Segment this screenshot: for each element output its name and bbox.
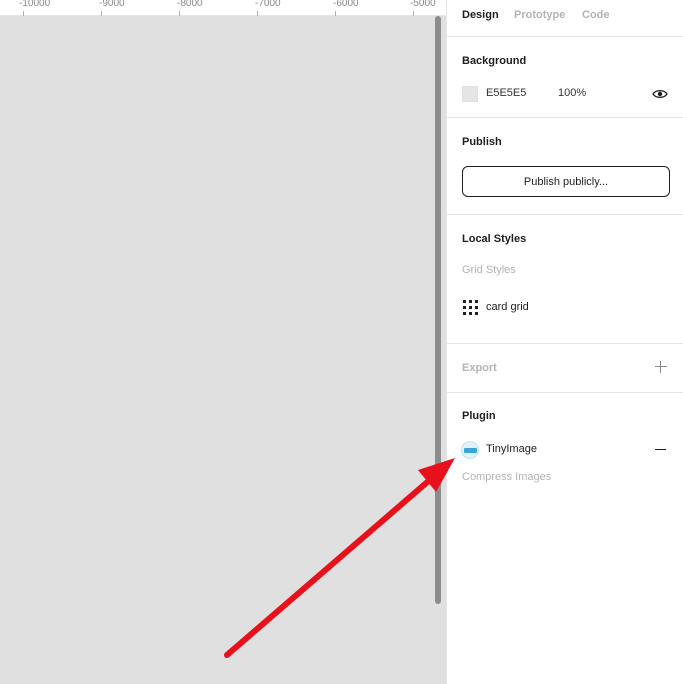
ruler-label: -7000: [255, 0, 281, 9]
local-styles-title: Local Styles: [462, 233, 527, 245]
canvas[interactable]: -10000 -9000 -8000 -7000 -6000 -5000: [0, 0, 447, 684]
ruler-label: -5000: [410, 0, 436, 9]
export-title: Export: [462, 362, 497, 374]
ruler-tick: [413, 11, 414, 16]
panel-tabs: Design Prototype Code: [447, 0, 683, 37]
ruler-label: -8000: [177, 0, 203, 9]
background-section: Background E5E5E5 100%: [447, 37, 683, 118]
remove-plugin-icon[interactable]: [655, 449, 666, 450]
grid-styles-subheading: Grid Styles: [462, 264, 516, 276]
background-color-swatch[interactable]: [462, 86, 478, 102]
tab-prototype[interactable]: Prototype: [514, 9, 565, 21]
tab-code[interactable]: Code: [582, 9, 610, 21]
background-title: Background: [462, 55, 527, 67]
local-styles-section: Local Styles Grid Styles card grid: [447, 215, 683, 344]
grid-icon: [463, 300, 479, 316]
properties-panel: Design Prototype Code Background E5E5E5 …: [447, 0, 683, 684]
ruler-tick: [257, 11, 258, 16]
export-section: Export: [447, 344, 683, 393]
ruler-tick: [101, 11, 102, 16]
plugin-title: Plugin: [462, 410, 496, 422]
plugin-command[interactable]: Compress Images: [462, 471, 551, 483]
eye-icon[interactable]: [652, 87, 668, 101]
publish-title: Publish: [462, 136, 502, 148]
ruler-tick: [23, 11, 24, 16]
publish-publicly-button[interactable]: Publish publicly...: [462, 166, 670, 197]
tinyimage-plugin-icon: [461, 441, 479, 459]
ruler-tick: [335, 11, 336, 16]
ruler-label: -6000: [333, 0, 359, 9]
vertical-scrollbar[interactable]: [435, 16, 441, 604]
ruler-tick: [179, 11, 180, 16]
plugin-section: Plugin TinyImage Compress Images: [447, 393, 683, 493]
plugin-name[interactable]: TinyImage: [486, 443, 537, 455]
grid-style-card-grid[interactable]: card grid: [486, 301, 529, 313]
ruler-label: -9000: [99, 0, 125, 9]
publish-section: Publish Publish publicly...: [447, 118, 683, 215]
background-opacity-value[interactable]: 100%: [558, 87, 586, 99]
add-export-icon[interactable]: [654, 360, 668, 374]
ruler-label: -10000: [19, 0, 51, 9]
horizontal-ruler: -10000 -9000 -8000 -7000 -6000 -5000: [0, 0, 447, 16]
background-hex-value[interactable]: E5E5E5: [486, 87, 526, 99]
tab-design[interactable]: Design: [462, 9, 499, 21]
